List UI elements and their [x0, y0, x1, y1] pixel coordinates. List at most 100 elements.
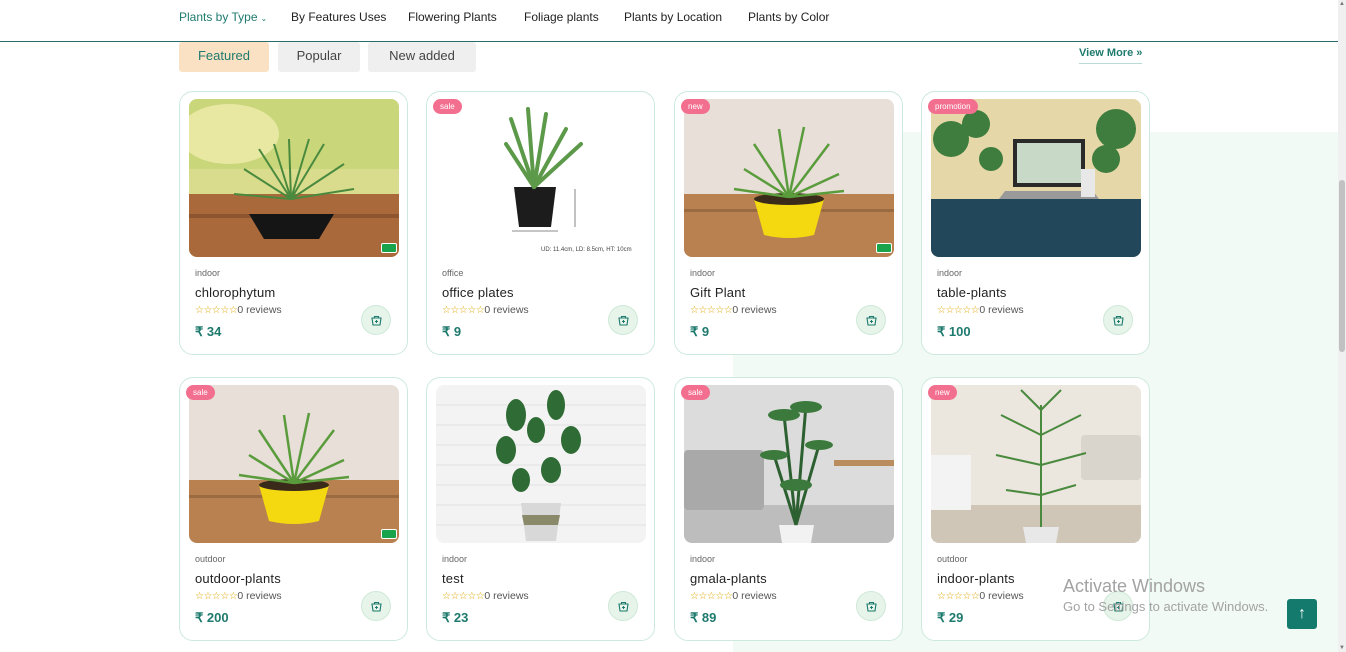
add-to-cart-button[interactable]: [856, 591, 886, 621]
eco-icon: [381, 243, 397, 253]
activate-windows-watermark: Activate Windows Go to Settings to activ…: [1063, 576, 1268, 614]
product-category: indoor: [195, 268, 221, 278]
product-rating: ☆☆☆☆☆0 reviews: [442, 590, 529, 602]
product-price: ₹ 9: [690, 324, 710, 339]
product-image[interactable]: [189, 99, 399, 257]
product-card[interactable]: sale outdoor outdoor-plants ☆☆☆☆☆0 revie…: [179, 377, 408, 641]
product-name[interactable]: table-plants: [937, 285, 1007, 300]
product-card[interactable]: indoor test ☆☆☆☆☆0 reviews ₹ 23: [426, 377, 655, 641]
product-rating: ☆☆☆☆☆0 reviews: [195, 304, 282, 316]
scroll-up-arrow-icon[interactable]: ▲: [1338, 1, 1346, 7]
nav-flowering-plants[interactable]: Flowering Plants: [408, 10, 497, 24]
star-rating-icon: ☆☆☆☆☆: [937, 305, 980, 316]
cart-icon: [866, 601, 877, 612]
category-navbar: Plants by Type ⌄ By Features Uses Floweri…: [0, 0, 1338, 42]
product-price: ₹ 23: [442, 610, 469, 625]
product-image[interactable]: [436, 385, 646, 543]
nav-foliage-plants[interactable]: Foliage plants: [524, 10, 599, 24]
eco-icon: [876, 243, 892, 253]
product-category: indoor: [690, 268, 716, 278]
chevron-down-icon: ⌄: [260, 14, 268, 23]
product-image[interactable]: [931, 99, 1141, 257]
product-rating: ☆☆☆☆☆0 reviews: [690, 590, 777, 602]
sale-badge: sale: [186, 385, 215, 400]
cart-icon: [866, 315, 877, 326]
cart-icon: [371, 315, 382, 326]
promotion-badge: promotion: [928, 99, 978, 114]
star-rating-icon: ☆☆☆☆☆: [195, 305, 238, 316]
product-price: ₹ 9: [442, 324, 462, 339]
product-price: ₹ 89: [690, 610, 717, 625]
double-chevron-right-icon: »: [1136, 47, 1143, 59]
product-name[interactable]: outdoor-plants: [195, 571, 281, 586]
product-rating: ☆☆☆☆☆0 reviews: [937, 304, 1024, 316]
product-price: ₹ 100: [937, 324, 971, 339]
eco-icon: [381, 529, 397, 539]
product-rating: ☆☆☆☆☆0 reviews: [690, 304, 777, 316]
add-to-cart-button[interactable]: [856, 305, 886, 335]
product-image-caption: UD: 11.4cm, LD: 8.5cm, HT: 10cm: [541, 247, 632, 253]
star-rating-icon: ☆☆☆☆☆: [690, 305, 733, 316]
product-image[interactable]: [684, 99, 894, 257]
product-category: outdoor: [937, 554, 968, 564]
product-rating: ☆☆☆☆☆0 reviews: [195, 590, 282, 602]
product-price: ₹ 34: [195, 324, 222, 339]
nav-by-features-uses[interactable]: By Features Uses: [291, 10, 386, 24]
add-to-cart-button[interactable]: [361, 591, 391, 621]
star-rating-icon: ☆☆☆☆☆: [442, 591, 485, 602]
view-more-link[interactable]: View More »: [1079, 47, 1143, 64]
product-card[interactable]: indoor chlorophytum ☆☆☆☆☆0 reviews ₹ 34: [179, 91, 408, 355]
star-rating-icon: ☆☆☆☆☆: [195, 591, 238, 602]
product-name[interactable]: indoor-plants: [937, 571, 1015, 586]
nav-plants-by-location[interactable]: Plants by Location: [624, 10, 722, 24]
product-name[interactable]: Gift Plant: [690, 285, 745, 300]
star-rating-icon: ☆☆☆☆☆: [937, 591, 980, 602]
watermark-title: Activate Windows: [1063, 576, 1206, 596]
product-card[interactable]: UD: 11.4cm, LD: 8.5cm, HT: 10cm sale off…: [426, 91, 655, 355]
product-name[interactable]: test: [442, 571, 464, 586]
nav-plants-by-type[interactable]: Plants by Type ⌄: [179, 10, 267, 24]
sale-badge: sale: [681, 385, 710, 400]
product-image[interactable]: [684, 385, 894, 543]
sale-badge: sale: [433, 99, 462, 114]
product-image[interactable]: [931, 385, 1141, 543]
product-image[interactable]: UD: 11.4cm, LD: 8.5cm, HT: 10cm: [436, 99, 646, 257]
product-rating: ☆☆☆☆☆0 reviews: [442, 304, 529, 316]
nav-plants-by-color[interactable]: Plants by Color: [748, 10, 829, 24]
product-name[interactable]: gmala-plants: [690, 571, 767, 586]
scroll-to-top-button[interactable]: ↑: [1287, 599, 1317, 629]
product-name[interactable]: chlorophytum: [195, 285, 275, 300]
cart-icon: [618, 601, 629, 612]
watermark-subtitle: Go to Settings to activate Windows.: [1063, 599, 1269, 614]
add-to-cart-button[interactable]: [608, 305, 638, 335]
product-card[interactable]: promotion indoor table-plants ☆☆☆☆☆0 rev…: [921, 91, 1150, 355]
tab-popular[interactable]: Popular: [278, 42, 360, 72]
product-category: office: [442, 268, 464, 278]
product-name[interactable]: office plates: [442, 285, 514, 300]
product-rating: ☆☆☆☆☆0 reviews: [937, 590, 1024, 602]
star-rating-icon: ☆☆☆☆☆: [442, 305, 485, 316]
add-to-cart-button[interactable]: [361, 305, 391, 335]
tab-new-added[interactable]: New added: [368, 42, 476, 72]
product-category: indoor: [690, 554, 716, 564]
product-price: ₹ 29: [937, 610, 964, 625]
add-to-cart-button[interactable]: [1103, 305, 1133, 335]
product-card[interactable]: sale indoor gmala-plants ☆☆☆☆☆0 reviews …: [674, 377, 903, 641]
new-badge: new: [928, 385, 957, 400]
cart-icon: [618, 315, 629, 326]
page-scrollbar[interactable]: ▲ ▼: [1338, 0, 1346, 652]
arrow-up-icon: ↑: [1298, 605, 1306, 622]
product-category: indoor: [442, 554, 468, 564]
scroll-down-arrow-icon[interactable]: ▼: [1338, 645, 1346, 651]
product-price: ₹ 200: [195, 610, 229, 625]
product-category: indoor: [937, 268, 963, 278]
product-image[interactable]: [189, 385, 399, 543]
add-to-cart-button[interactable]: [608, 591, 638, 621]
product-card[interactable]: new indoor Gift Plant ☆☆☆☆☆0 reviews ₹ 9: [674, 91, 903, 355]
scrollbar-thumb[interactable]: [1339, 180, 1345, 352]
new-badge: new: [681, 99, 710, 114]
product-category: outdoor: [195, 554, 226, 564]
tab-featured[interactable]: Featured: [179, 42, 269, 72]
cart-icon: [1113, 315, 1124, 326]
star-rating-icon: ☆☆☆☆☆: [690, 591, 733, 602]
